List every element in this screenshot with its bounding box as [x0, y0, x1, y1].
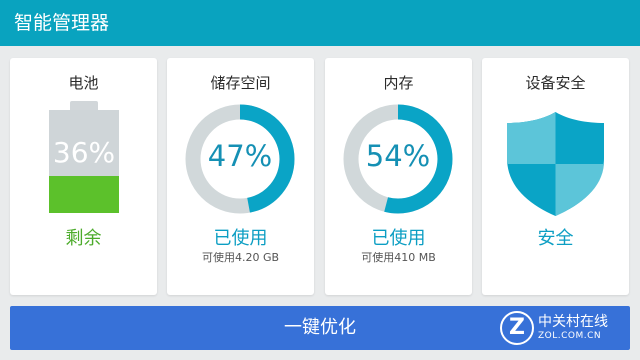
storage-usage-ring: 47% — [184, 103, 296, 215]
memory-available: 可使用410 MB — [361, 251, 436, 264]
security-card[interactable]: 设备安全 安全 — [482, 58, 629, 295]
storage-card[interactable]: 储存空间 47% 已使用 可使用4.20 GB — [167, 58, 314, 295]
battery-title: 电池 — [68, 74, 99, 92]
storage-available: 可使用4.20 GB — [201, 251, 280, 264]
app-title: 智能管理器 — [14, 12, 110, 34]
storage-status: 已使用 — [213, 228, 268, 249]
zol-watermark: Z 中关村在线 ZOL.COM.CN — [500, 309, 628, 347]
watermark-cn: 中关村在线 — [538, 314, 608, 330]
battery-level-fill — [49, 175, 119, 213]
memory-status: 已使用 — [371, 228, 426, 249]
security-title: 设备安全 — [525, 74, 586, 92]
battery-card[interactable]: 电池 36% 剩余 — [10, 58, 157, 295]
battery-cap — [70, 101, 98, 110]
watermark-en: ZOL.COM.CN — [538, 331, 602, 341]
app-bar: 智能管理器 — [0, 0, 640, 46]
memory-usage-ring: 54% — [342, 103, 454, 215]
security-status: 安全 — [537, 228, 574, 249]
memory-percent: 54% — [365, 139, 431, 173]
battery-status: 剩余 — [65, 228, 102, 249]
optimize-button-label: 一键优化 — [284, 317, 356, 338]
zol-logo-icon: Z — [500, 311, 534, 345]
shield-icon — [507, 112, 604, 216]
memory-card[interactable]: 内存 54% 已使用 可使用410 MB — [325, 58, 472, 295]
storage-percent: 47% — [207, 139, 273, 173]
memory-title: 内存 — [383, 74, 414, 92]
battery-percent: 36% — [52, 136, 116, 169]
storage-title: 储存空间 — [210, 74, 271, 92]
battery-icon: 36% — [49, 110, 119, 213]
